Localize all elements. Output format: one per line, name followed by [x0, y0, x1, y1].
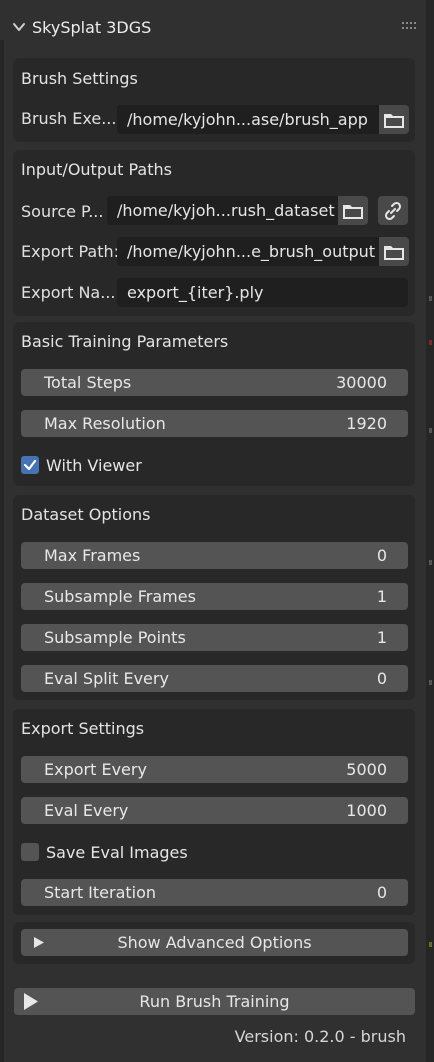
run-brush-training-button[interactable]: Run Brush Training — [14, 988, 415, 1015]
source-path-browse-button[interactable] — [338, 196, 368, 225]
folder-icon — [343, 204, 363, 219]
brush-settings-title: Brush Settings — [21, 69, 138, 88]
chevron-down-icon[interactable] — [12, 20, 26, 34]
max-frames-label: Max Frames — [44, 546, 141, 565]
io-paths-title: Input/Output Paths — [21, 160, 172, 179]
subsample-frames-value: 1 — [376, 587, 387, 606]
export-name-label: Export Na... — [21, 283, 116, 302]
total-steps-value: 30000 — [336, 373, 387, 392]
total-steps-label: Total Steps — [44, 373, 132, 392]
viewport-edge-mark — [429, 340, 432, 345]
viewport-edge-mark — [429, 296, 432, 301]
max-resolution-label: Max Resolution — [44, 414, 166, 433]
export-path-label: Export Path: — [21, 242, 119, 261]
viewport-edge-mark — [429, 428, 432, 433]
run-brush-training-label: Run Brush Training — [139, 992, 290, 1011]
brush-executable-field[interactable]: /home/kyjohn...ase/brush_app — [117, 105, 379, 134]
subsample-points-field[interactable]: Subsample Points 1 — [21, 624, 408, 651]
max-resolution-value: 1920 — [346, 414, 387, 433]
viewport-edge-mark — [429, 942, 432, 947]
dataset-title: Dataset Options — [21, 505, 151, 524]
brush-settings-box: Brush Settings Brush Exe... /home/kyjohn… — [13, 58, 415, 142]
save-eval-images-checkbox[interactable] — [21, 843, 39, 861]
subsample-points-value: 1 — [376, 628, 387, 647]
brush-executable-label: Brush Exe... — [21, 109, 117, 128]
start-iteration-field[interactable]: Start Iteration 0 — [21, 879, 408, 906]
eval-every-value: 1000 — [346, 801, 387, 820]
max-frames-field[interactable]: Max Frames 0 — [21, 542, 408, 569]
link-paths-button[interactable] — [378, 196, 408, 225]
export-path-browse-button[interactable] — [379, 237, 409, 266]
with-viewer-checkbox[interactable] — [21, 456, 39, 474]
eval-every-label: Eval Every — [44, 801, 129, 820]
start-iteration-value: 0 — [376, 883, 387, 902]
panel-left-border — [0, 40, 4, 1062]
panel-header[interactable]: SkySplat 3DGS — [0, 10, 426, 46]
version-label: Version: 0.2.0 - brush — [234, 1027, 406, 1046]
export-every-field[interactable]: Export Every 5000 — [21, 756, 408, 783]
start-iteration-label: Start Iteration — [44, 883, 157, 902]
subsample-frames-field[interactable]: Subsample Frames 1 — [21, 583, 408, 610]
eval-split-every-field[interactable]: Eval Split Every 0 — [21, 665, 408, 692]
folder-icon — [384, 245, 404, 260]
eval-every-field[interactable]: Eval Every 1000 — [21, 797, 408, 824]
training-title: Basic Training Parameters — [21, 332, 229, 351]
advanced-box: Show Advanced Options — [13, 922, 415, 964]
dataset-box: Dataset Options Max Frames 0 Subsample F… — [13, 495, 415, 700]
checkmark-icon — [23, 459, 37, 471]
play-icon — [24, 993, 38, 1010]
show-advanced-options-button[interactable]: Show Advanced Options — [21, 929, 408, 956]
export-path-field[interactable]: /home/kyjohn...e_brush_output — [117, 237, 379, 266]
viewport-edge-mark — [429, 560, 432, 565]
play-triangle-icon — [34, 937, 44, 948]
link-icon — [384, 201, 402, 220]
total-steps-field[interactable]: Total Steps 30000 — [21, 369, 408, 396]
save-eval-images-checkbox-row[interactable]: Save Eval Images — [21, 841, 188, 863]
eval-split-every-value: 0 — [376, 669, 387, 688]
training-box: Basic Training Parameters Total Steps 30… — [13, 322, 415, 486]
drag-grip-icon[interactable] — [402, 22, 418, 30]
with-viewer-checkbox-row[interactable]: With Viewer — [21, 454, 142, 476]
max-frames-value: 0 — [376, 546, 387, 565]
sidebar-panel: SkySplat 3DGS Brush Settings Brush Exe..… — [0, 0, 426, 1062]
source-path-field[interactable]: /home/kyjoh...rush_dataset — [107, 196, 338, 225]
with-viewer-label: With Viewer — [46, 455, 142, 475]
export-every-value: 5000 — [346, 760, 387, 779]
export-settings-box: Export Settings Export Every 5000 Eval E… — [13, 709, 415, 915]
viewport-edge — [426, 0, 434, 1062]
export-every-label: Export Every — [44, 760, 147, 779]
max-resolution-field[interactable]: Max Resolution 1920 — [21, 410, 408, 437]
brush-executable-browse-button[interactable] — [379, 105, 409, 134]
source-path-label: Source P... — [21, 202, 104, 221]
subsample-frames-label: Subsample Frames — [44, 587, 196, 606]
io-paths-box: Input/Output Paths Source P... /home/kyj… — [13, 150, 415, 316]
viewport-edge-mark — [429, 680, 432, 685]
export-name-field[interactable]: export_{iter}.ply — [117, 278, 408, 307]
export-settings-title: Export Settings — [21, 719, 145, 738]
show-advanced-options-label: Show Advanced Options — [117, 933, 312, 952]
eval-split-every-label: Eval Split Every — [44, 669, 169, 688]
folder-icon — [384, 113, 404, 128]
save-eval-images-label: Save Eval Images — [46, 842, 188, 862]
panel-title: SkySplat 3DGS — [32, 18, 152, 37]
subsample-points-label: Subsample Points — [44, 628, 186, 647]
